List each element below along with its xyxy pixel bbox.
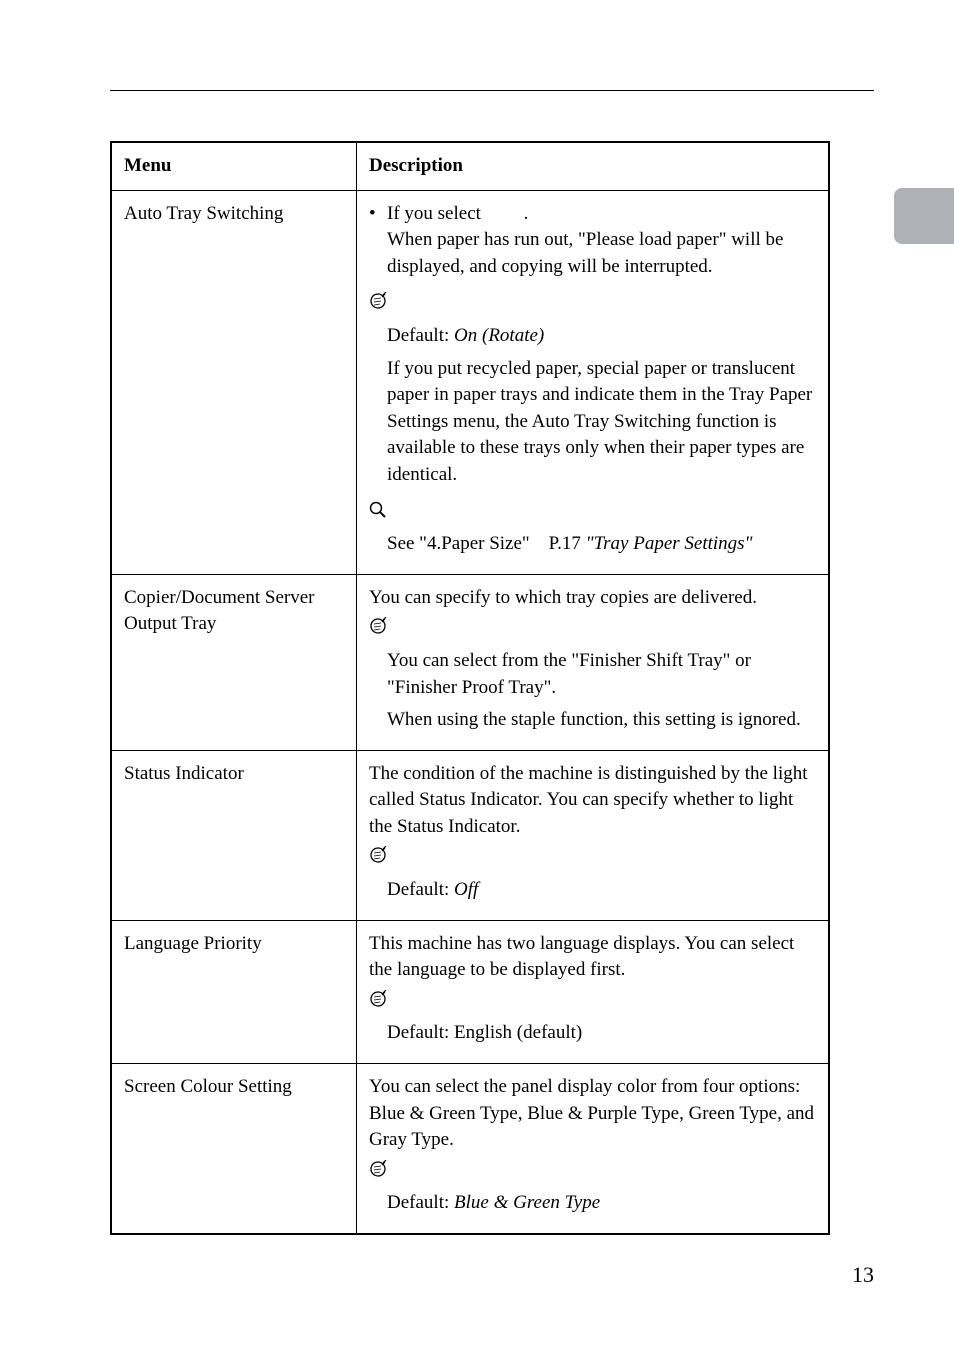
body-text: The condition of the machine is distingu… bbox=[369, 761, 816, 841]
bullet-period: . bbox=[524, 203, 529, 224]
default-lead: Default: bbox=[387, 325, 454, 346]
desc-cell: If you select . When paper has run out, … bbox=[357, 190, 830, 574]
note-text-2: When using the staple function, this set… bbox=[387, 707, 816, 734]
note-icon bbox=[369, 846, 389, 864]
default-line: Default: Off bbox=[387, 877, 816, 904]
default-lead: Default: bbox=[387, 879, 454, 900]
side-tab bbox=[894, 188, 954, 244]
default-value: Off bbox=[454, 879, 478, 900]
note-icon bbox=[369, 292, 389, 310]
body-text: You can select the panel display color f… bbox=[369, 1074, 816, 1154]
table-row: Copier/Document Server Output Tray You c… bbox=[111, 574, 829, 750]
page-number: 13 bbox=[852, 1262, 874, 1288]
default-lead: Default: bbox=[387, 1192, 454, 1213]
note-text-1: You can select from the "Finisher Shift … bbox=[387, 648, 816, 701]
menu-cell: Status Indicator bbox=[111, 750, 357, 920]
ref-part3: "Tray Paper Settings" bbox=[586, 533, 753, 554]
table-header-row: Menu Description bbox=[111, 142, 829, 190]
menu-cell: Copier/Document Server Output Tray bbox=[111, 574, 357, 750]
table-row: Auto Tray Switching If you select . When… bbox=[111, 190, 829, 574]
table-row: Status Indicator The condition of the ma… bbox=[111, 750, 829, 920]
bullet-item: If you select . When paper has run out, … bbox=[369, 201, 816, 281]
bullet-lead: If you select bbox=[387, 203, 481, 224]
table-row: Screen Colour Setting You can select the… bbox=[111, 1064, 829, 1234]
header-description: Description bbox=[357, 142, 830, 190]
magnifier-icon bbox=[369, 501, 387, 519]
desc-cell: This machine has two language displays. … bbox=[357, 920, 830, 1063]
desc-cell: You can specify to which tray copies are… bbox=[357, 574, 830, 750]
menu-cell: Auto Tray Switching bbox=[111, 190, 357, 574]
note-icon bbox=[369, 617, 389, 635]
ref-part2: P.17 bbox=[549, 533, 586, 554]
table-row: Language Priority This machine has two l… bbox=[111, 920, 829, 1063]
desc-cell: You can select the panel display color f… bbox=[357, 1064, 830, 1234]
bullet-body: When paper has run out, "Please load pap… bbox=[387, 229, 783, 277]
ref-part1: See "4.Paper Size" bbox=[387, 533, 530, 554]
note-paragraph: If you put recycled paper, special paper… bbox=[387, 356, 816, 489]
default-line: Default: English (default) bbox=[387, 1020, 816, 1047]
default-value: Blue & Green Type bbox=[454, 1192, 600, 1213]
body-text: This machine has two language displays. … bbox=[369, 931, 816, 984]
top-rule bbox=[110, 90, 874, 91]
default-value: On (Rotate) bbox=[454, 325, 544, 346]
menu-cell: Screen Colour Setting bbox=[111, 1064, 357, 1234]
default-line: Default: On (Rotate) bbox=[387, 323, 816, 350]
note-icon bbox=[369, 1160, 389, 1178]
desc-cell: The condition of the machine is distingu… bbox=[357, 750, 830, 920]
intro-text: You can specify to which tray copies are… bbox=[369, 585, 816, 612]
settings-table: Menu Description Auto Tray Switching If … bbox=[110, 141, 830, 1235]
page-content: Menu Description Auto Tray Switching If … bbox=[0, 0, 954, 1235]
menu-cell: Language Priority bbox=[111, 920, 357, 1063]
header-menu: Menu bbox=[111, 142, 357, 190]
default-line: Default: Blue & Green Type bbox=[387, 1190, 816, 1217]
note-icon bbox=[369, 990, 389, 1008]
reference-line: See "4.Paper Size" P.17 "Tray Paper Sett… bbox=[387, 531, 816, 558]
